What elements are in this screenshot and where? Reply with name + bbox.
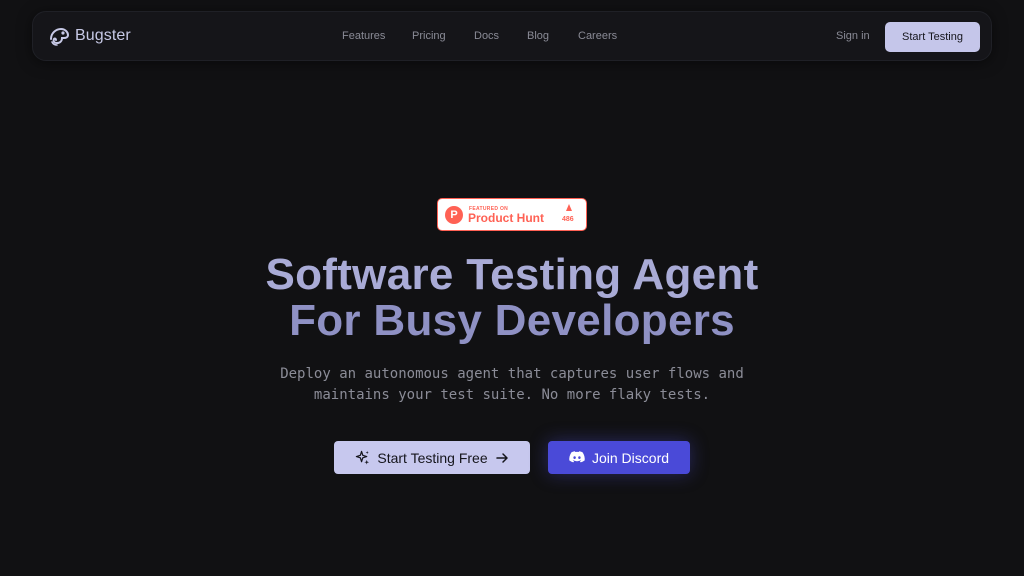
product-hunt-badge[interactable]: P FEATURED ON Product Hunt 486 xyxy=(437,198,587,231)
arrow-right-icon xyxy=(495,451,509,465)
brand-name: Bugster xyxy=(75,27,131,44)
hero-subtitle-line-1: Deploy an autonomous agent that captures… xyxy=(280,366,744,382)
nav-link-careers[interactable]: Careers xyxy=(578,30,617,42)
product-hunt-logo-icon: P xyxy=(445,206,463,224)
start-testing-button[interactable]: Start Testing xyxy=(885,22,980,52)
brand-logo-link[interactable]: Bugster xyxy=(48,25,131,47)
ph-upvote-count: 486 xyxy=(562,216,574,223)
ph-name-label: Product Hunt xyxy=(468,211,544,225)
discord-icon xyxy=(569,451,585,464)
chameleon-logo-icon xyxy=(48,25,70,47)
nav-link-features[interactable]: Features xyxy=(342,30,385,42)
join-discord-button[interactable]: Join Discord xyxy=(548,441,690,474)
join-discord-label: Join Discord xyxy=(591,449,670,466)
top-navbar: Bugster Features Pricing Docs Blog Caree… xyxy=(32,11,992,61)
hero-title-line-2: For Busy Developers xyxy=(289,296,735,345)
sign-in-link[interactable]: Sign in xyxy=(836,30,870,42)
sparkles-icon xyxy=(355,450,370,465)
upvote-triangle-icon xyxy=(566,204,572,211)
start-testing-free-label: Start Testing Free xyxy=(377,449,488,466)
nav-link-pricing[interactable]: Pricing xyxy=(412,30,446,42)
nav-link-blog[interactable]: Blog xyxy=(527,30,549,42)
hero-subtitle-line-2: maintains your test suite. No more flaky… xyxy=(313,387,711,403)
start-testing-free-button[interactable]: Start Testing Free xyxy=(334,441,530,474)
hero-title-line-1: Software Testing Agent xyxy=(265,250,759,299)
nav-link-docs[interactable]: Docs xyxy=(474,30,499,42)
